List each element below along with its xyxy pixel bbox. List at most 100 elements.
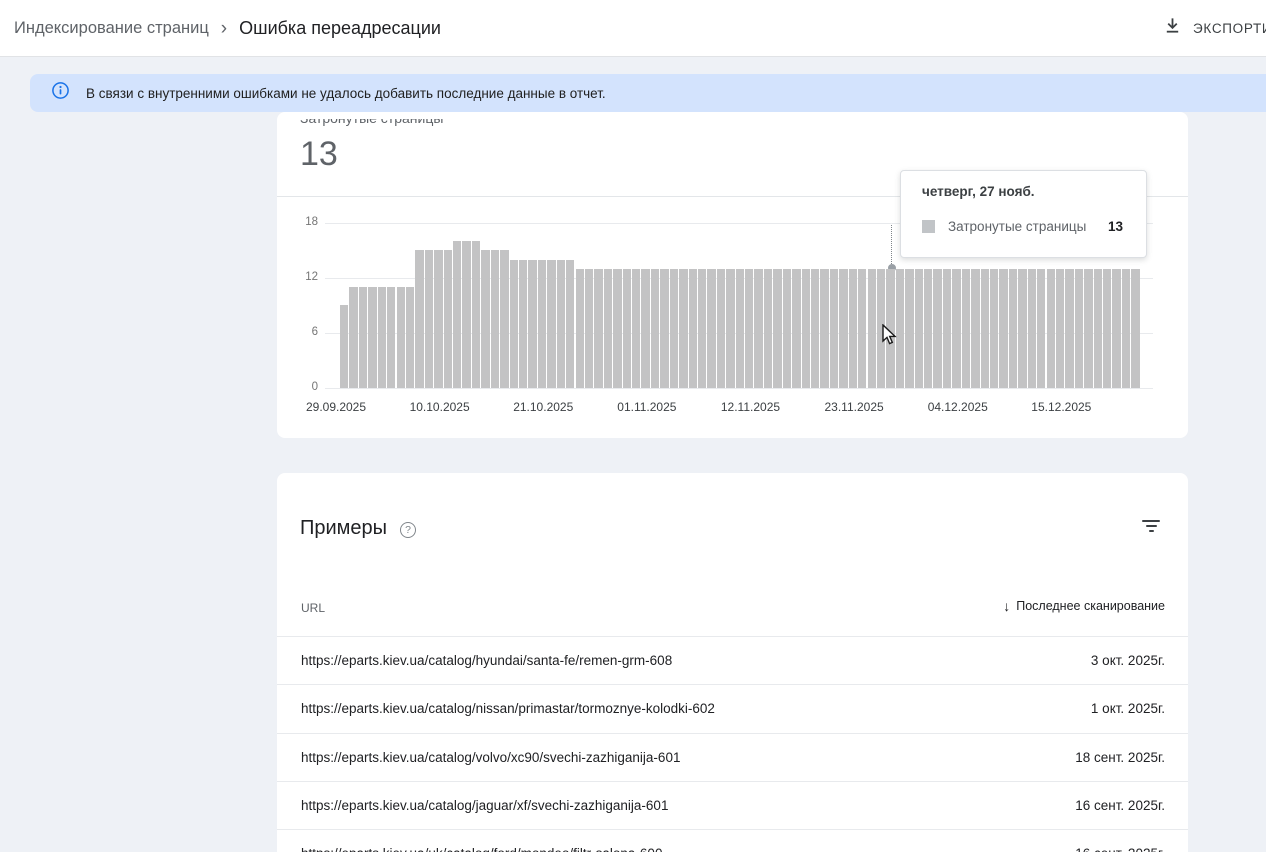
bar[interactable] [443,250,452,388]
bar[interactable] [1046,268,1055,388]
bar[interactable] [1037,268,1046,388]
table-row[interactable]: https://eparts.kiev.ua/catalog/volvo/xc9… [277,734,1188,782]
bar[interactable] [584,268,594,388]
bar[interactable] [971,268,980,388]
bar[interactable] [641,268,650,388]
bar[interactable] [594,268,603,388]
bar[interactable] [434,250,443,388]
bar[interactable] [1084,268,1093,388]
bar[interactable] [547,259,556,388]
bar[interactable] [801,268,810,388]
bar[interactable] [989,268,999,388]
bar[interactable] [1065,268,1074,388]
bar[interactable] [415,250,424,388]
row-url[interactable]: https://eparts.kiev.ua/catalog/jaguar/xf… [301,798,668,813]
bar-chart[interactable]: 0 6 12 18 29.09.2025 10.10.2025 21.10.2025 01.1… [277,112,1188,438]
bar[interactable] [688,268,697,388]
table-row[interactable]: https://eparts.kiev.ua/catalog/hyundai/s… [277,637,1188,686]
bar[interactable] [340,305,349,388]
table-row[interactable]: https://eparts.kiev.ua/catalog/nissan/pr… [277,685,1188,734]
bar[interactable] [377,287,387,388]
bar[interactable] [387,287,396,388]
bar[interactable] [858,268,867,388]
bar[interactable] [933,268,942,388]
bar[interactable] [782,268,792,388]
bar[interactable] [566,259,575,388]
bar[interactable] [650,268,660,388]
column-header-last-crawl[interactable]: ↓ Последнее сканирование [1003,598,1165,614]
bar[interactable] [518,259,528,388]
bar[interactable] [453,241,462,388]
bar[interactable] [613,268,622,388]
row-url[interactable]: https://eparts.kiev.ua/catalog/volvo/xc9… [301,750,680,765]
bar[interactable] [773,268,782,388]
row-url[interactable]: https://eparts.kiev.ua/catalog/hyundai/s… [301,653,672,668]
bar[interactable] [349,287,358,388]
bar[interactable] [1027,268,1037,388]
bar[interactable] [481,250,490,388]
bar[interactable] [999,268,1008,388]
bar[interactable] [471,241,481,388]
row-url[interactable]: https://eparts.kiev.ua/catalog/nissan/pr… [301,701,715,716]
bar[interactable] [820,268,829,388]
bar[interactable] [396,287,405,388]
x-axis-tick-label: 01.11.2025 [617,400,677,414]
bar[interactable] [632,268,641,388]
bar[interactable] [1093,268,1102,388]
bar[interactable] [754,268,763,388]
filter-icon[interactable] [1142,520,1160,534]
bar[interactable] [839,268,848,388]
help-icon[interactable]: ? [400,521,417,538]
bar[interactable] [829,268,839,388]
bar[interactable] [905,268,914,388]
bar[interactable] [763,268,773,388]
bar[interactable] [1131,268,1140,388]
bar[interactable] [500,250,509,388]
bar[interactable] [622,268,631,388]
bar[interactable] [697,268,707,388]
bar[interactable] [745,268,754,388]
bar[interactable] [424,250,434,388]
bar[interactable] [679,268,688,388]
export-button[interactable]: ЭКСПОРТИРОВАТЬ [1163,0,1266,56]
chart-tooltip: четверг, 27 нояб. Затронутые страницы 13 [900,170,1147,258]
bar[interactable] [575,268,584,388]
bar[interactable] [726,268,735,388]
bar[interactable] [942,268,952,388]
bar[interactable] [811,268,820,388]
bar[interactable] [603,268,613,388]
bar[interactable] [368,287,377,388]
bar[interactable] [952,268,961,388]
bar[interactable] [867,268,876,388]
bar[interactable] [1008,268,1018,388]
bar[interactable] [528,259,537,388]
bar[interactable] [405,287,415,388]
bar[interactable] [1112,268,1121,388]
bar[interactable] [735,268,745,388]
bar[interactable] [1103,268,1112,388]
bar[interactable] [1121,268,1131,388]
bar[interactable] [1074,268,1084,388]
bar[interactable] [914,268,923,388]
bar[interactable] [924,268,933,388]
bar[interactable] [660,268,669,388]
table-row[interactable]: https://eparts.kiev.ua/uk/catalog/ford/m… [277,830,1188,852]
bar[interactable] [358,287,368,388]
bar[interactable] [848,268,858,388]
bar[interactable] [707,268,716,388]
bar[interactable] [961,268,971,388]
bar[interactable] [509,259,518,388]
bar[interactable] [980,268,989,388]
bar[interactable] [669,268,679,388]
bar[interactable] [462,241,471,388]
breadcrumb-parent[interactable]: Индексирование страниц [14,19,209,38]
bar[interactable] [537,259,547,388]
bar[interactable] [1055,268,1065,388]
bar[interactable] [1018,268,1027,388]
table-row[interactable]: https://eparts.kiev.ua/catalog/jaguar/xf… [277,782,1188,831]
bar[interactable] [716,268,726,388]
row-url[interactable]: https://eparts.kiev.ua/uk/catalog/ford/m… [301,846,662,852]
bar[interactable] [792,268,801,388]
bar[interactable] [556,259,566,388]
bar[interactable] [490,250,500,388]
